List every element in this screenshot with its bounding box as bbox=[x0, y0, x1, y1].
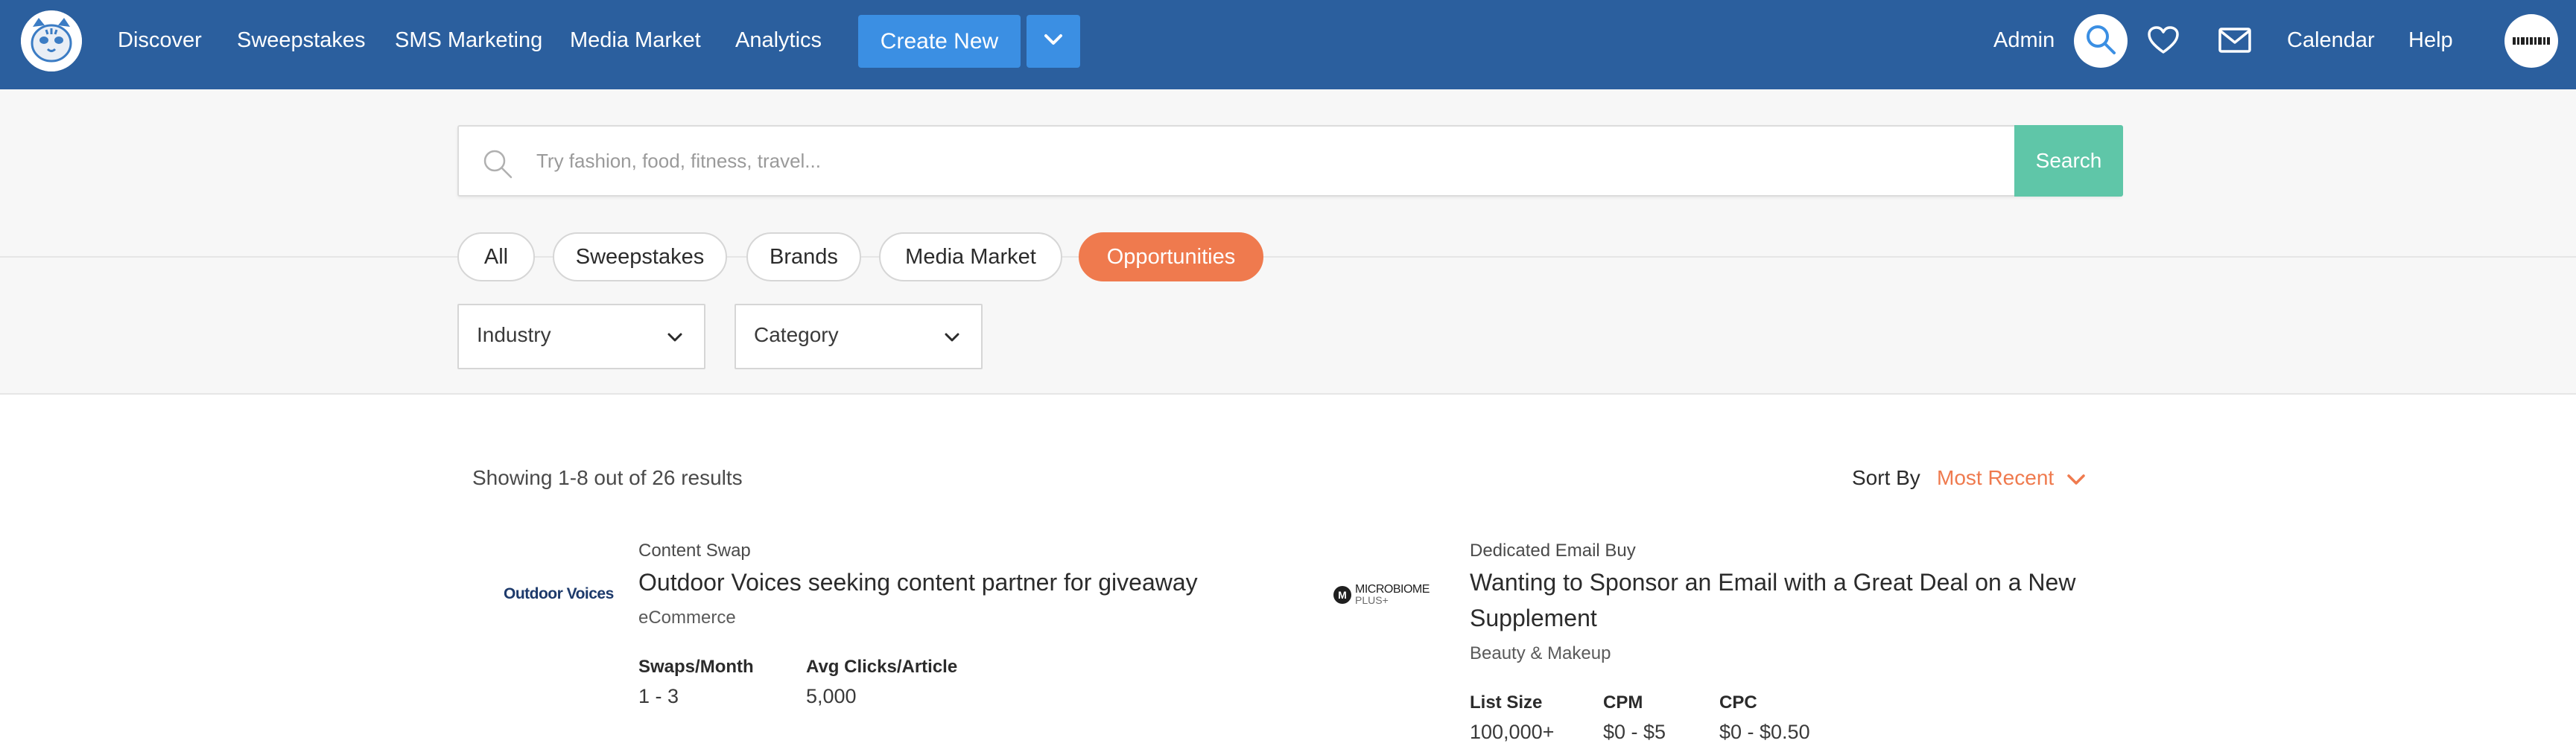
stat-label: List Size bbox=[1470, 692, 1543, 713]
sort-by-label: Sort By bbox=[1852, 466, 1920, 489]
tab-opportunities[interactable]: Opportunities bbox=[1079, 232, 1263, 281]
avatar[interactable] bbox=[2504, 14, 2558, 68]
stat-value: 1 - 3 bbox=[638, 685, 679, 707]
card-industry: Beauty & Makeup bbox=[1470, 643, 1611, 663]
filter-section: All Sweepstakes Brands Media Market Oppo… bbox=[0, 232, 2576, 395]
messages-button[interactable] bbox=[2217, 24, 2253, 60]
tiger-logo-icon[interactable] bbox=[21, 10, 82, 71]
category-select[interactable]: Category bbox=[735, 304, 983, 369]
card-type: Dedicated Email Buy bbox=[1470, 541, 1636, 561]
nav-link-media-market[interactable]: Media Market bbox=[570, 27, 701, 54]
stat-value: $0 - $0.50 bbox=[1719, 721, 1810, 743]
tab-media-market[interactable]: Media Market bbox=[879, 232, 1062, 281]
microbiome-plus-logo: M MICROBIOME PLUS+ bbox=[1333, 584, 1430, 606]
nav-link-calendar[interactable]: Calendar bbox=[2287, 27, 2375, 54]
nav-link-admin[interactable]: Admin bbox=[1993, 27, 2055, 54]
top-navigation-bar: Discover Sweepstakes SMS Marketing Media… bbox=[0, 0, 2576, 89]
stat-label: Avg Clicks/Article bbox=[806, 657, 958, 677]
stat-value: 5,000 bbox=[806, 685, 857, 707]
tab-all[interactable]: All bbox=[457, 232, 535, 281]
create-new-button[interactable]: Create New bbox=[858, 15, 1021, 68]
nav-search-button[interactable] bbox=[2074, 14, 2128, 68]
chevron-down-icon bbox=[1043, 32, 1064, 51]
industry-select[interactable]: Industry bbox=[457, 304, 705, 369]
chevron-down-icon[interactable] bbox=[2065, 469, 2087, 490]
nav-link-help[interactable]: Help bbox=[2408, 27, 2453, 54]
outdoor-voices-logo: Outdoor Voices bbox=[504, 585, 614, 602]
microbiome-logo-line1: MICROBIOME bbox=[1355, 583, 1430, 596]
nav-link-discover[interactable]: Discover bbox=[118, 27, 202, 54]
nav-link-sweepstakes[interactable]: Sweepstakes bbox=[237, 27, 366, 54]
card-title-line1[interactable]: Wanting to Sponsor an Email with a Great… bbox=[1470, 564, 2075, 600]
search-input[interactable] bbox=[536, 137, 1989, 185]
card-title[interactable]: Outdoor Voices seeking content partner f… bbox=[638, 564, 1198, 600]
favorites-button[interactable] bbox=[2145, 24, 2181, 60]
search-icon bbox=[2084, 23, 2117, 60]
search-bar: Search bbox=[457, 125, 2123, 197]
stat-label: CPM bbox=[1603, 692, 1643, 713]
chevron-down-icon bbox=[942, 328, 962, 347]
tab-brands[interactable]: Brands bbox=[746, 232, 861, 281]
mail-icon bbox=[2218, 27, 2252, 57]
results-count: Showing 1-8 out of 26 results bbox=[472, 466, 743, 489]
industry-select-label: Industry bbox=[477, 323, 551, 346]
stat-value: $0 - $5 bbox=[1603, 721, 1666, 743]
nav-link-analytics[interactable]: Analytics bbox=[735, 27, 822, 54]
create-new-dropdown-button[interactable] bbox=[1027, 15, 1080, 68]
search-icon bbox=[481, 147, 514, 180]
stat-label: Swaps/Month bbox=[638, 657, 754, 677]
category-select-label: Category bbox=[754, 323, 839, 346]
microbiome-badge: M bbox=[1333, 586, 1351, 604]
stat-value: 100,000+ bbox=[1470, 721, 1555, 743]
heart-icon bbox=[2147, 25, 2180, 59]
nav-link-sms-marketing[interactable]: SMS Marketing bbox=[395, 27, 542, 54]
sort-select[interactable]: Most Recent bbox=[1937, 466, 2054, 490]
chevron-down-icon bbox=[665, 328, 685, 347]
microbiome-logo-line2: PLUS+ bbox=[1355, 594, 1389, 606]
card-type: Content Swap bbox=[638, 541, 751, 561]
search-button[interactable]: Search bbox=[2014, 125, 2123, 197]
tab-sweepstakes[interactable]: Sweepstakes bbox=[553, 232, 727, 281]
stat-label: CPC bbox=[1719, 692, 1757, 713]
card-title-line2[interactable]: Supplement bbox=[1470, 600, 1597, 636]
avatar-logo-icon bbox=[2512, 36, 2551, 45]
search-section: Search bbox=[0, 89, 2576, 258]
card-industry: eCommerce bbox=[638, 608, 736, 628]
